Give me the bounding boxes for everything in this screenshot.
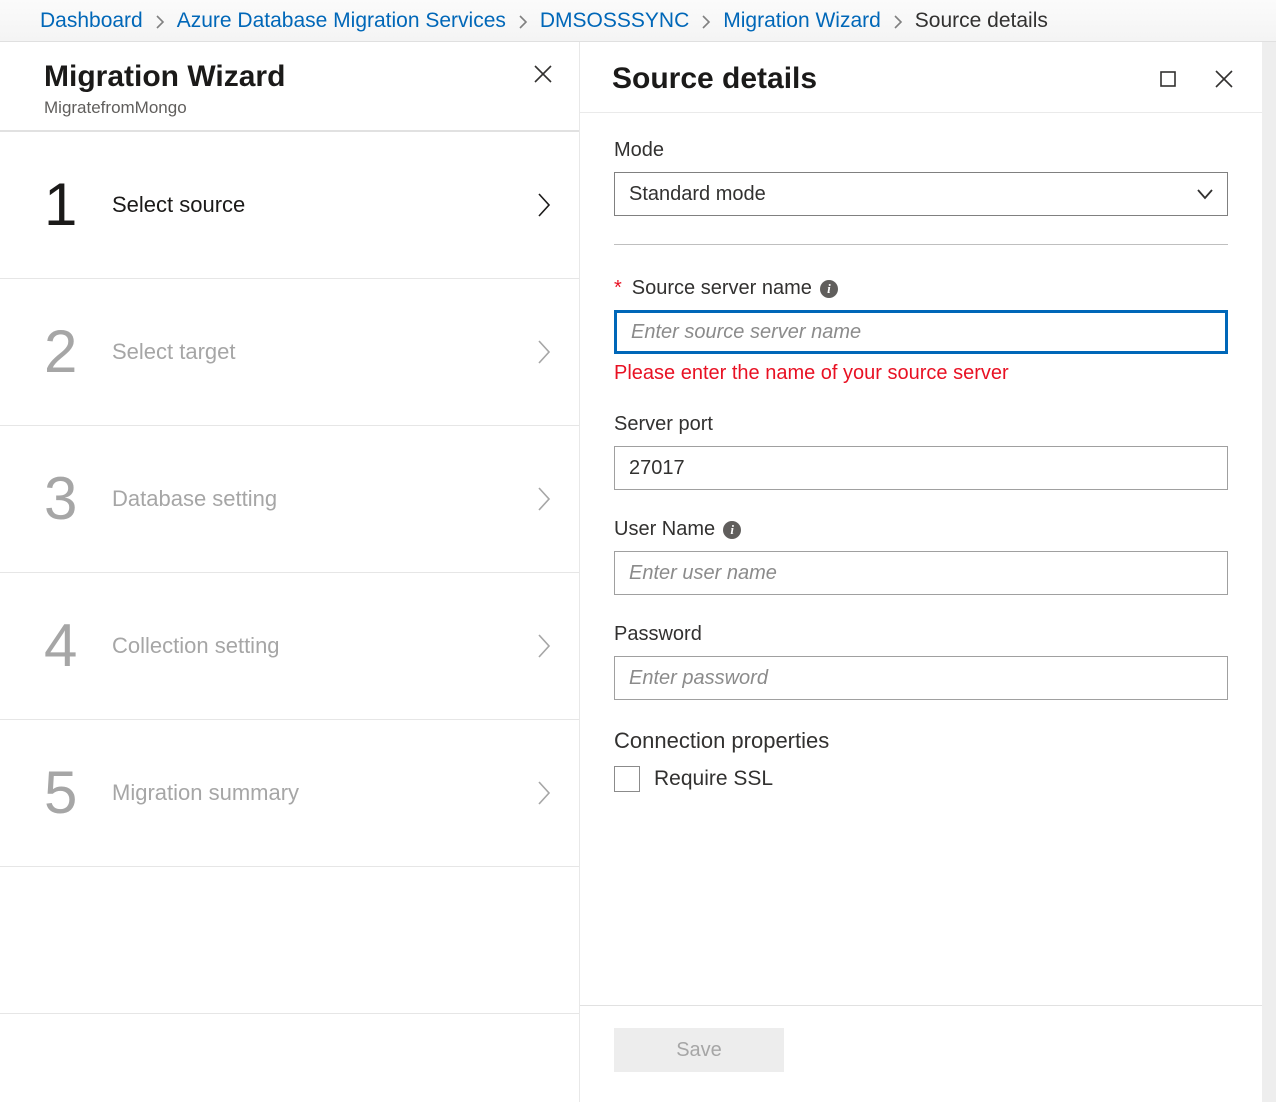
chevron-right-icon (512, 15, 534, 29)
step-collection-setting[interactable]: 4 Collection setting (0, 573, 579, 720)
step-label: Database setting (112, 486, 537, 512)
step-label: Select source (112, 192, 537, 218)
mode-select[interactable]: Standard mode (614, 172, 1228, 216)
chevron-right-icon (695, 15, 717, 29)
step-migration-summary[interactable]: 5 Migration summary (0, 720, 579, 867)
server-port-input[interactable] (614, 446, 1228, 490)
breadcrumb-wizard[interactable]: Migration Wizard (723, 9, 881, 33)
close-details-button[interactable] (1210, 65, 1238, 93)
chevron-right-icon (537, 486, 551, 512)
breadcrumb-current: Source details (915, 9, 1048, 33)
server-name-input[interactable] (614, 310, 1228, 354)
restore-window-button[interactable] (1154, 65, 1182, 93)
close-wizard-button[interactable] (529, 60, 557, 88)
step-number: 1 (44, 175, 104, 235)
step-number: 4 (44, 616, 104, 676)
wizard-pane: Migration Wizard MigratefromMongo 1 Sele… (0, 42, 580, 1102)
save-button[interactable]: Save (614, 1028, 784, 1072)
chevron-right-icon (887, 15, 909, 29)
user-name-label: User Name (614, 518, 715, 541)
server-name-error: Please enter the name of your source ser… (614, 362, 1228, 385)
wizard-title: Migration Wizard (44, 60, 285, 94)
chevron-right-icon (537, 192, 551, 218)
step-number: 2 (44, 322, 104, 382)
require-ssl-checkbox[interactable] (614, 766, 640, 792)
server-port-label: Server port (614, 413, 1228, 436)
step-number: 3 (44, 469, 104, 529)
mode-label: Mode (614, 139, 1228, 162)
breadcrumb-service[interactable]: Azure Database Migration Services (177, 9, 506, 33)
step-select-target[interactable]: 2 Select target (0, 279, 579, 426)
connection-properties-title: Connection properties (614, 728, 1228, 754)
chevron-right-icon (537, 633, 551, 659)
password-label: Password (614, 623, 1228, 646)
breadcrumb-dashboard[interactable]: Dashboard (40, 9, 143, 33)
breadcrumb: Dashboard Azure Database Migration Servi… (0, 0, 1276, 42)
step-label: Collection setting (112, 633, 537, 659)
require-ssl-label: Require SSL (654, 767, 773, 791)
info-icon[interactable]: i (820, 280, 838, 298)
wizard-subtitle: MigratefromMongo (44, 98, 285, 118)
info-icon[interactable]: i (723, 521, 741, 539)
section-divider (614, 244, 1228, 245)
details-title: Source details (612, 62, 817, 96)
step-label: Select target (112, 339, 537, 365)
step-select-source[interactable]: 1 Select source (0, 132, 579, 279)
step-empty (0, 867, 579, 1014)
step-number: 5 (44, 763, 104, 823)
step-database-setting[interactable]: 3 Database setting (0, 426, 579, 573)
chevron-right-icon (537, 339, 551, 365)
chevron-right-icon (149, 15, 171, 29)
details-pane: Source details Mode Standard mode (580, 42, 1276, 1102)
step-label: Migration summary (112, 780, 537, 806)
require-ssl-row[interactable]: Require SSL (614, 766, 1228, 792)
breadcrumb-project[interactable]: DMSOSSSYNC (540, 9, 689, 33)
server-name-label: Source server name (632, 277, 812, 300)
user-name-input[interactable] (614, 551, 1228, 595)
required-marker: * (614, 277, 622, 300)
chevron-right-icon (537, 780, 551, 806)
password-input[interactable] (614, 656, 1228, 700)
